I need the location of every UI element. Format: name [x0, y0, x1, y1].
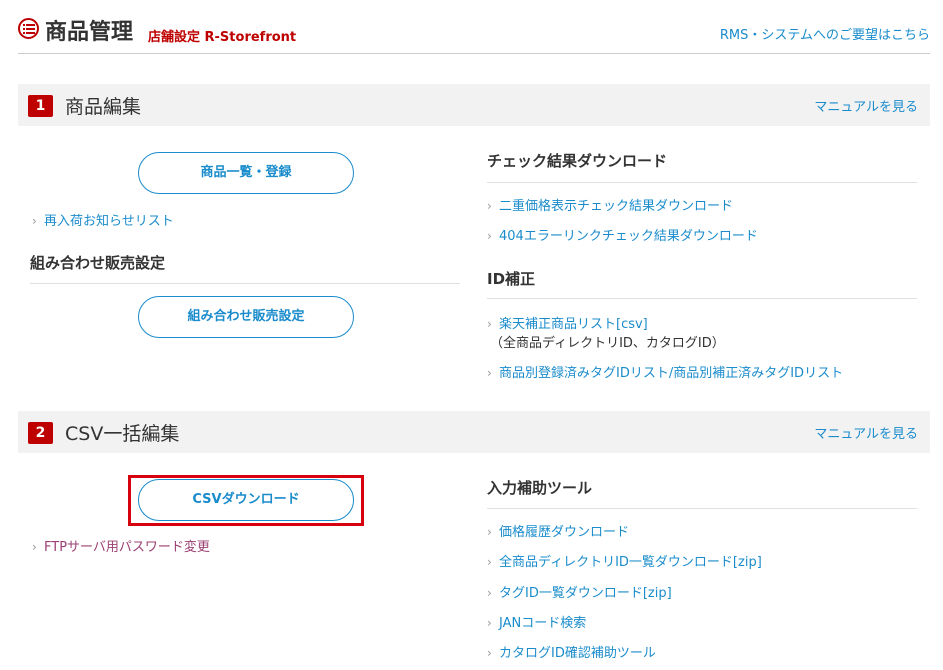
restock-notice-link[interactable]: › 再入荷お知らせリスト [32, 210, 174, 229]
double-price-check-label: 二重価格表示チェック結果ダウンロード [499, 199, 734, 214]
product-list-register-button[interactable]: 商品一覧・登録 [138, 152, 354, 194]
csv-download-button[interactable]: CSVダウンロード [138, 479, 354, 521]
chevron-right-icon: › [487, 525, 492, 539]
divider [487, 298, 917, 299]
section-title: 商品編集 [65, 96, 142, 118]
catalog-id-tool-label: カタログID確認補助ツール [499, 646, 656, 661]
tag-id-list-download-label: タグID一覧ダウンロード[zip] [499, 586, 672, 601]
chevron-right-icon: › [32, 540, 37, 554]
section-title: CSV一括編集 [65, 423, 180, 445]
section-number-badge: 2 [28, 422, 53, 444]
bundle-sales-button[interactable]: 組み合わせ販売設定 [138, 296, 354, 338]
404-link-check-link[interactable]: › 404エラーリンクチェック結果ダウンロード [487, 225, 758, 244]
chevron-right-icon: › [487, 317, 492, 331]
404-link-check-label: 404エラーリンクチェック結果ダウンロード [499, 229, 758, 244]
section-product-edit: 1 商品編集 マニュアルを見る [18, 84, 930, 126]
id-correction-note: （全商品ディレクトリID、カタログID） [490, 336, 725, 351]
tag-id-list-link[interactable]: › 商品別登録済みタグIDリスト/商品別補正済みタグIDリスト [487, 362, 843, 381]
jan-code-search-label: JANコード検索 [499, 616, 587, 631]
section-csv-bulk-edit: 2 CSV一括編集 マニュアルを見る [18, 411, 930, 453]
directory-id-list-download-link[interactable]: › 全商品ディレクトリID一覧ダウンロード[zip] [487, 551, 762, 570]
jan-code-search-link[interactable]: › JANコード検索 [487, 612, 586, 631]
catalog-id-tool-link[interactable]: › カタログID確認補助ツール [487, 642, 656, 661]
ftp-password-change-label: FTPサーバ用パスワード変更 [44, 540, 210, 555]
divider [30, 283, 460, 284]
rakuten-corrected-products-label: 楽天補正商品リスト[csv] [499, 317, 648, 332]
manual-link[interactable]: マニュアルを見る [814, 423, 918, 442]
chevron-right-icon: › [487, 366, 492, 380]
chevron-right-icon: › [487, 229, 492, 243]
list-menu-icon [18, 18, 39, 39]
chevron-right-icon: › [32, 214, 37, 228]
ftp-password-change-link[interactable]: › FTPサーバ用パスワード変更 [32, 536, 210, 555]
chevron-right-icon: › [487, 646, 492, 660]
divider [487, 182, 917, 183]
check-results-heading: チェック結果ダウンロード [487, 152, 668, 170]
double-price-check-link[interactable]: › 二重価格表示チェック結果ダウンロード [487, 195, 733, 214]
store-subtitle: 店舗設定 R-Storefront [148, 30, 297, 45]
chevron-right-icon: › [487, 555, 492, 569]
price-history-download-link[interactable]: › 価格履歴ダウンロード [487, 521, 629, 540]
manual-link[interactable]: マニュアルを見る [814, 96, 918, 115]
tag-id-list-download-link[interactable]: › タグID一覧ダウンロード[zip] [487, 582, 672, 601]
request-link[interactable]: RMS・システムへのご要望はこちら [720, 24, 930, 43]
page-title: 商品管理 [45, 20, 134, 45]
chevron-right-icon: › [487, 586, 492, 600]
bundle-sales-heading: 組み合わせ販売設定 [30, 254, 166, 272]
input-tools-heading: 入力補助ツール [487, 479, 593, 497]
chevron-right-icon: › [487, 616, 492, 630]
chevron-right-icon: › [487, 199, 492, 213]
divider [487, 508, 917, 509]
section-number-badge: 1 [28, 95, 53, 117]
page-header: 商品管理 店舗設定 R-Storefront RMS・システムへのご要望はこちら [18, 10, 930, 54]
tag-id-list-label: 商品別登録済みタグIDリスト/商品別補正済みタグIDリスト [499, 366, 844, 381]
directory-id-list-download-label: 全商品ディレクトリID一覧ダウンロード[zip] [499, 555, 762, 570]
id-correction-heading: ID補正 [487, 270, 536, 288]
price-history-download-label: 価格履歴ダウンロード [499, 525, 630, 540]
rakuten-corrected-products-link[interactable]: › 楽天補正商品リスト[csv] [487, 313, 648, 332]
restock-notice-label: 再入荷お知らせリスト [44, 214, 174, 229]
